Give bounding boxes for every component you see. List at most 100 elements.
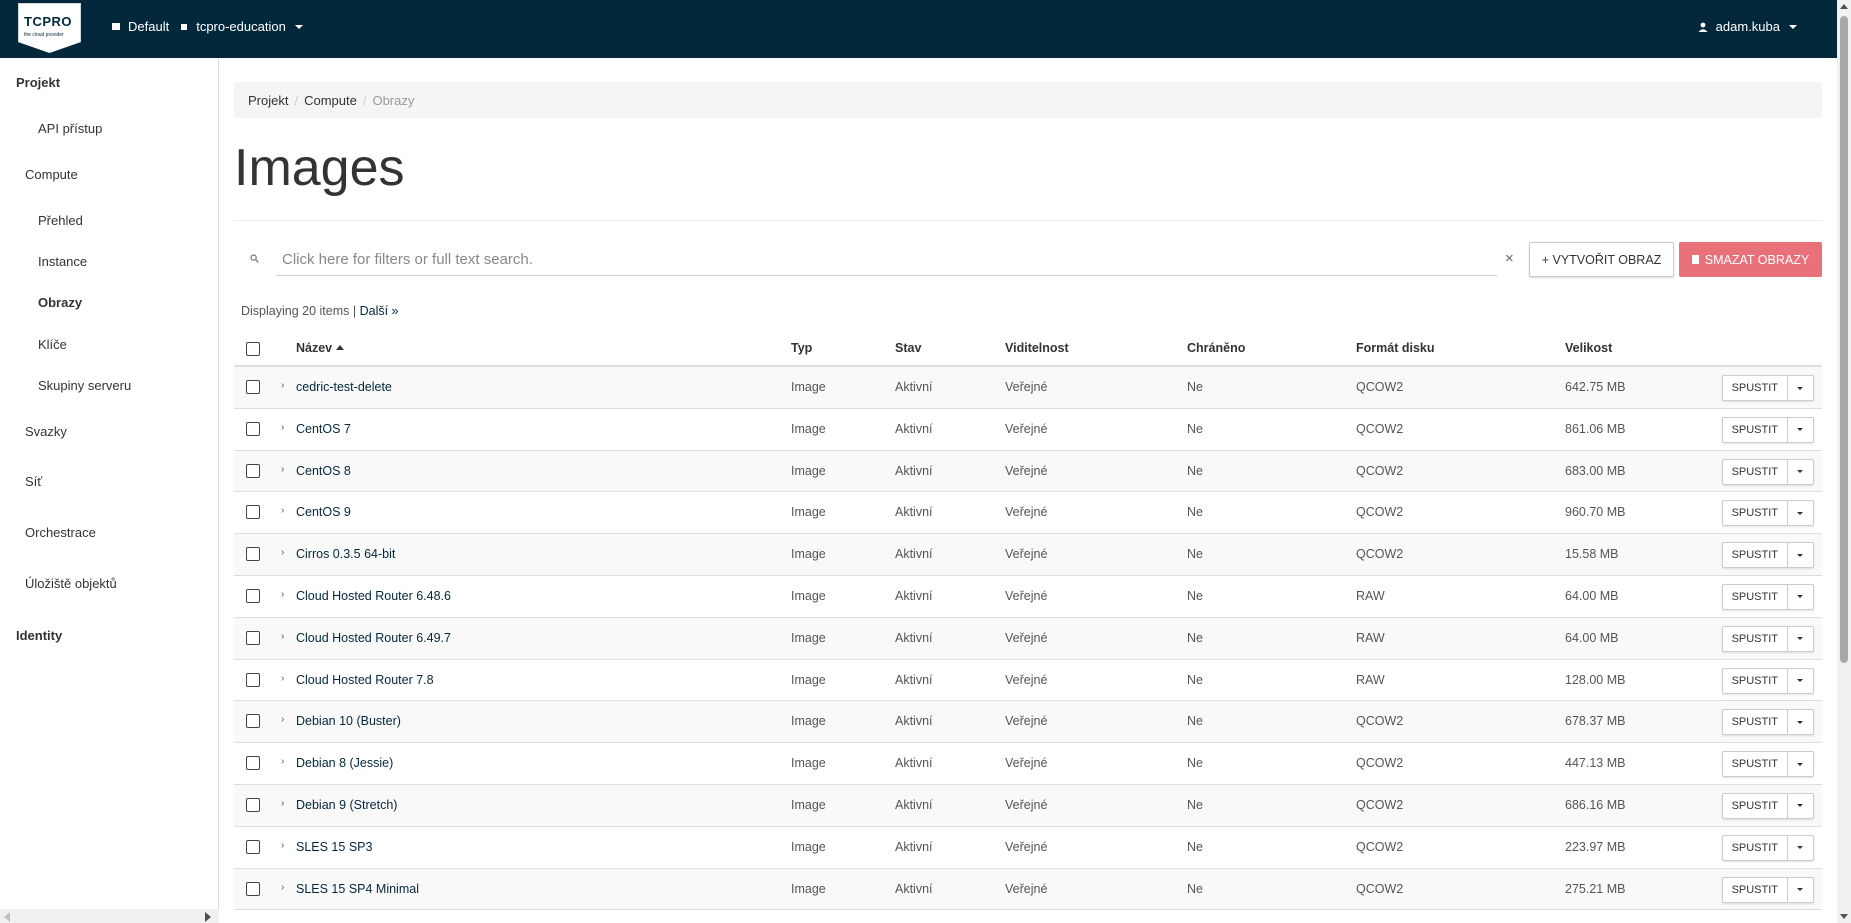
sidebar-item-object-store[interactable]: Úložiště objektů: [25, 576, 117, 591]
sidebar-item-server-groups[interactable]: Skupiny serveru: [38, 378, 131, 393]
row-checkbox[interactable]: [246, 630, 260, 645]
row-checkbox[interactable]: [246, 547, 260, 562]
row-actions-dropdown[interactable]: [1788, 585, 1813, 609]
expand-row-icon[interactable]: ›: [281, 631, 284, 642]
image-name-link[interactable]: Debian 10 (Buster): [296, 714, 401, 728]
expand-row-icon[interactable]: ›: [281, 380, 284, 391]
scroll-down-icon[interactable]: [1840, 914, 1848, 919]
table-row[interactable]: › cedric-test-delete Image Aktivní Veřejné Ne…: [234, 367, 1822, 409]
table-row[interactable]: › Debian 8 (Jessie) Image Aktivní Veřejné Ne Q…: [234, 743, 1822, 785]
launch-button[interactable]: SPUSTIT: [1723, 752, 1788, 777]
expand-row-icon[interactable]: ›: [281, 882, 284, 893]
column-header-name[interactable]: Název: [296, 341, 344, 355]
project-switcher[interactable]: Default tcpro-education: [112, 19, 303, 34]
row-checkbox[interactable]: [246, 839, 260, 854]
row-checkbox[interactable]: [246, 714, 260, 729]
image-name-link[interactable]: Cirros 0.3.5 64-bit: [296, 547, 395, 561]
row-checkbox[interactable]: [246, 380, 260, 394]
image-name-link[interactable]: cedric-test-delete: [296, 380, 392, 394]
column-header-disk-format[interactable]: Formát disku: [1356, 341, 1435, 355]
expand-row-icon[interactable]: ›: [281, 422, 284, 433]
image-name-link[interactable]: Debian 8 (Jessie): [296, 756, 393, 770]
expand-row-icon[interactable]: ›: [281, 714, 284, 725]
launch-button[interactable]: SPUSTIT: [1723, 626, 1788, 651]
row-actions-dropdown[interactable]: [1788, 460, 1813, 484]
row-actions-dropdown[interactable]: [1788, 878, 1813, 902]
image-name-link[interactable]: Cloud Hosted Router 6.49.7: [296, 631, 451, 645]
image-name-link[interactable]: SLES 15 SP3: [296, 840, 372, 854]
sidebar-item-api-access[interactable]: API přístup: [38, 121, 102, 136]
launch-button[interactable]: SPUSTIT: [1723, 417, 1788, 442]
launch-button[interactable]: SPUSTIT: [1723, 459, 1788, 484]
image-name-link[interactable]: Cloud Hosted Router 7.8: [296, 673, 434, 687]
launch-button[interactable]: SPUSTIT: [1723, 835, 1788, 860]
row-checkbox[interactable]: [246, 588, 260, 603]
table-row[interactable]: › Cloud Hosted Router 6.49.7 Image Aktivní V…: [234, 617, 1822, 660]
scroll-right-icon[interactable]: [205, 912, 211, 922]
row-actions-dropdown[interactable]: [1788, 376, 1813, 400]
expand-row-icon[interactable]: ›: [281, 464, 284, 475]
row-actions-dropdown[interactable]: [1788, 752, 1813, 776]
table-row[interactable]: › CentOS 9 Image Aktivní Veřejné Ne QCOW2 960.7…: [234, 492, 1822, 535]
row-actions-dropdown[interactable]: [1788, 710, 1813, 734]
image-name-link[interactable]: Cloud Hosted Router 6.48.6: [296, 589, 451, 603]
column-header-visibility[interactable]: Viditelnost: [1005, 341, 1069, 355]
launch-button[interactable]: SPUSTIT: [1723, 543, 1788, 568]
row-actions-dropdown[interactable]: [1788, 418, 1813, 442]
sidebar-item-overview[interactable]: Přehled: [38, 213, 83, 228]
sidebar-item-images[interactable]: Obrazy: [38, 295, 82, 310]
expand-row-icon[interactable]: ›: [281, 798, 284, 809]
expand-row-icon[interactable]: ›: [281, 673, 284, 684]
row-checkbox[interactable]: [246, 505, 260, 520]
expand-row-icon[interactable]: ›: [281, 589, 284, 600]
clear-search-icon[interactable]: ×: [1505, 250, 1514, 267]
sidebar-section-identity[interactable]: Identity: [16, 628, 62, 643]
breadcrumb-project[interactable]: Projekt: [248, 93, 288, 108]
sidebar-item-instances[interactable]: Instance: [38, 254, 87, 269]
row-actions-dropdown[interactable]: [1788, 669, 1813, 693]
table-row[interactable]: › Debian 10 (Buster) Image Aktivní Veřejné Ne…: [234, 701, 1822, 744]
sidebar-item-compute[interactable]: Compute: [25, 167, 78, 182]
column-header-size[interactable]: Velikost: [1565, 341, 1612, 355]
table-row[interactable]: › SLES 15 SP3 Image Aktivní Veřejné Ne QCOW2 22…: [234, 827, 1822, 869]
launch-button[interactable]: SPUSTIT: [1723, 668, 1788, 693]
row-checkbox[interactable]: [246, 421, 260, 436]
scroll-up-icon[interactable]: [1840, 4, 1848, 9]
select-all-checkbox[interactable]: [246, 342, 260, 356]
breadcrumb-compute[interactable]: Compute: [304, 93, 357, 108]
tcpro-logo[interactable]: TCPRO the cloud provider: [18, 3, 81, 53]
next-page-link[interactable]: Další »: [360, 304, 399, 318]
sidebar-horizontal-scrollbar[interactable]: [0, 909, 219, 923]
table-row[interactable]: › CentOS 7 Image Aktivní Veřejné Ne QCOW2 861.0…: [234, 409, 1822, 451]
launch-button[interactable]: SPUSTIT: [1723, 501, 1788, 526]
row-actions-dropdown[interactable]: [1788, 836, 1813, 860]
column-header-status[interactable]: Stav: [895, 341, 921, 355]
sidebar-section-project[interactable]: Projekt: [16, 75, 60, 90]
create-image-button[interactable]: + VYTVOŘIT OBRAZ: [1529, 242, 1674, 277]
row-checkbox[interactable]: [246, 463, 260, 478]
table-row[interactable]: › Cirros 0.3.5 64-bit Image Aktivní Veřejné N…: [234, 534, 1822, 576]
sidebar-item-orchestration[interactable]: Orchestrace: [25, 525, 96, 540]
row-actions-dropdown[interactable]: [1788, 627, 1813, 651]
sidebar-item-network[interactable]: Síť: [25, 474, 42, 489]
row-checkbox[interactable]: [246, 797, 260, 812]
expand-row-icon[interactable]: ›: [281, 505, 284, 516]
scrollbar-thumb[interactable]: [1840, 16, 1848, 663]
column-header-protected[interactable]: Chráněno: [1187, 341, 1245, 355]
image-name-link[interactable]: CentOS 7: [296, 422, 351, 436]
launch-button[interactable]: SPUSTIT: [1723, 877, 1788, 902]
image-name-link[interactable]: CentOS 9: [296, 505, 351, 519]
row-checkbox[interactable]: [246, 756, 260, 771]
table-row[interactable]: › Debian 9 (Stretch) Image Aktivní Veřejné Ne…: [234, 784, 1822, 827]
expand-row-icon[interactable]: ›: [281, 756, 284, 767]
row-checkbox[interactable]: [246, 881, 260, 896]
image-name-link[interactable]: SLES 15 SP4 Minimal: [296, 882, 419, 896]
user-menu[interactable]: adam.kuba: [1698, 19, 1797, 34]
image-name-link[interactable]: CentOS 8: [296, 464, 351, 478]
search-input[interactable]: [276, 244, 1497, 276]
launch-button[interactable]: SPUSTIT: [1723, 793, 1788, 818]
table-row[interactable]: › CentOS 8 Image Aktivní Veřejné Ne QCOW2 683.0…: [234, 450, 1822, 493]
row-actions-dropdown[interactable]: [1788, 501, 1813, 525]
row-checkbox[interactable]: [246, 672, 260, 687]
launch-button[interactable]: SPUSTIT: [1723, 584, 1788, 609]
